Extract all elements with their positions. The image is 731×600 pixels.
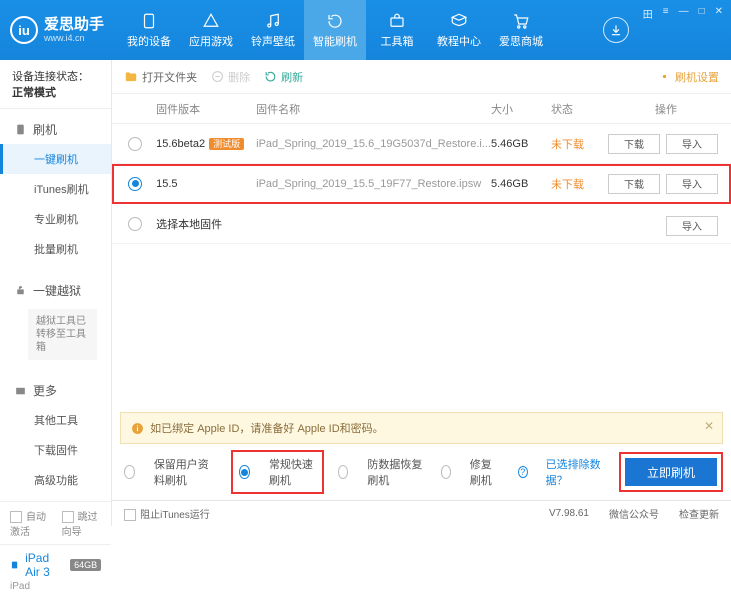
firmware-row[interactable]: 15.6beta2测试版 iPad_Spring_2019_15.6_19G50… [112, 124, 731, 164]
info-icon [131, 422, 144, 435]
download-manager-icon[interactable] [603, 17, 629, 43]
section-more[interactable]: 更多 [0, 376, 111, 405]
sidebar-oneclick-flash[interactable]: 一键刷机 [0, 144, 111, 174]
local-firmware-row[interactable]: 选择本地固件 导入 [112, 204, 731, 244]
sidebar-pro-flash[interactable]: 专业刷机 [0, 204, 111, 234]
open-folder-button[interactable]: 打开文件夹 [124, 69, 197, 85]
connection-status: 设备连接状态：正常模式 [0, 60, 111, 109]
row-radio[interactable] [128, 137, 142, 151]
row-radio[interactable] [128, 177, 142, 191]
import-button[interactable]: 导入 [666, 134, 718, 154]
nav-store[interactable]: 爱思商城 [490, 0, 552, 60]
menu-button[interactable]: ≡ [663, 6, 669, 17]
download-button[interactable]: 下载 [608, 174, 660, 194]
row-radio[interactable] [128, 217, 142, 231]
firmware-row[interactable]: 15.5 iPad_Spring_2019_15.5_19F77_Restore… [112, 164, 731, 204]
exclude-data-link[interactable]: 已选排除数据？ [546, 456, 605, 488]
delete-icon [211, 70, 224, 83]
skin-button[interactable]: 田 [643, 6, 653, 21]
sidebar-other-tools[interactable]: 其他工具 [0, 405, 111, 435]
section-flash[interactable]: 刷机 [0, 115, 111, 144]
block-itunes-checkbox[interactable]: 阻止iTunes运行 [124, 506, 210, 521]
sidebar-batch-flash[interactable]: 批量刷机 [0, 234, 111, 264]
sidebar-advanced[interactable]: 高级功能 [0, 465, 111, 495]
download-button[interactable]: 下载 [608, 134, 660, 154]
nav-flash[interactable]: 智能刷机 [304, 0, 366, 60]
close-icon[interactable]: ✕ [704, 419, 714, 433]
refresh-button[interactable]: 刷新 [264, 69, 303, 85]
table-header: 固件版本 固件名称 大小 状态 操作 [112, 94, 731, 124]
app-site: www.i4.cn [44, 33, 104, 43]
minimize-button[interactable]: — [679, 6, 689, 17]
check-update-link[interactable]: 检查更新 [679, 506, 719, 521]
sidebar-itunes-flash[interactable]: iTunes刷机 [0, 174, 111, 204]
window-controls: 田 ≡ — □ ✕ [643, 0, 731, 60]
beta-badge: 测试版 [209, 138, 244, 150]
flash-settings-button[interactable]: 刷机设置 [658, 69, 719, 85]
help-icon[interactable]: ? [518, 466, 528, 478]
flash-mode-bar: 保留用户资料刷机 常规快速刷机 防数据恢复刷机 修复刷机 ? 已选排除数据？ 立… [112, 444, 731, 500]
import-button[interactable]: 导入 [666, 174, 718, 194]
app-name: 爱思助手 [44, 17, 104, 34]
jailbreak-note: 越狱工具已转移至工具箱 [28, 309, 97, 360]
section-jailbreak[interactable]: 一键越狱 [0, 276, 111, 305]
mode-keep-data[interactable]: 保留用户资料刷机 [124, 456, 217, 488]
logo-icon: iu [10, 16, 38, 44]
delete-button[interactable]: 删除 [211, 69, 250, 85]
mode-anti-recovery[interactable]: 防数据恢复刷机 [338, 456, 423, 488]
refresh-icon [264, 70, 277, 83]
device-icon [10, 559, 19, 571]
close-button[interactable]: ✕ [715, 6, 723, 17]
device-card[interactable]: iPad Air 364GB iPad [0, 544, 111, 600]
gear-icon [658, 70, 671, 83]
mode-quick-flash[interactable]: 常规快速刷机 [235, 454, 319, 490]
apple-id-warning: 如已绑定 Apple ID，请准备好 Apple ID和密码。 ✕ [120, 412, 723, 444]
flash-now-button[interactable]: 立即刷机 [625, 458, 717, 486]
wechat-link[interactable]: 微信公众号 [609, 506, 659, 521]
nav-apps[interactable]: 应用游戏 [180, 0, 242, 60]
nav-ringtones[interactable]: 铃声壁纸 [242, 0, 304, 60]
version-label: V7.98.61 [549, 508, 589, 519]
folder-icon [124, 70, 138, 84]
mode-repair-flash[interactable]: 修复刷机 [441, 456, 500, 488]
status-bar: 阻止iTunes运行 V7.98.61 微信公众号 检查更新 [112, 500, 731, 526]
maximize-button[interactable]: □ [699, 6, 705, 17]
auto-activate-checkbox[interactable]: 自动激活 [10, 508, 50, 538]
top-nav: 我的设备 应用游戏 铃声壁纸 智能刷机 工具箱 教程中心 爱思商城 [118, 0, 599, 60]
nav-toolbox[interactable]: 工具箱 [366, 0, 428, 60]
nav-tutorials[interactable]: 教程中心 [428, 0, 490, 60]
storage-badge: 64GB [70, 559, 101, 571]
import-button[interactable]: 导入 [666, 216, 718, 236]
sidebar-download-fw[interactable]: 下载固件 [0, 435, 111, 465]
nav-my-device[interactable]: 我的设备 [118, 0, 180, 60]
skip-guide-checkbox[interactable]: 跳过向导 [62, 508, 102, 538]
app-logo: iu 爱思助手 www.i4.cn [0, 0, 118, 60]
